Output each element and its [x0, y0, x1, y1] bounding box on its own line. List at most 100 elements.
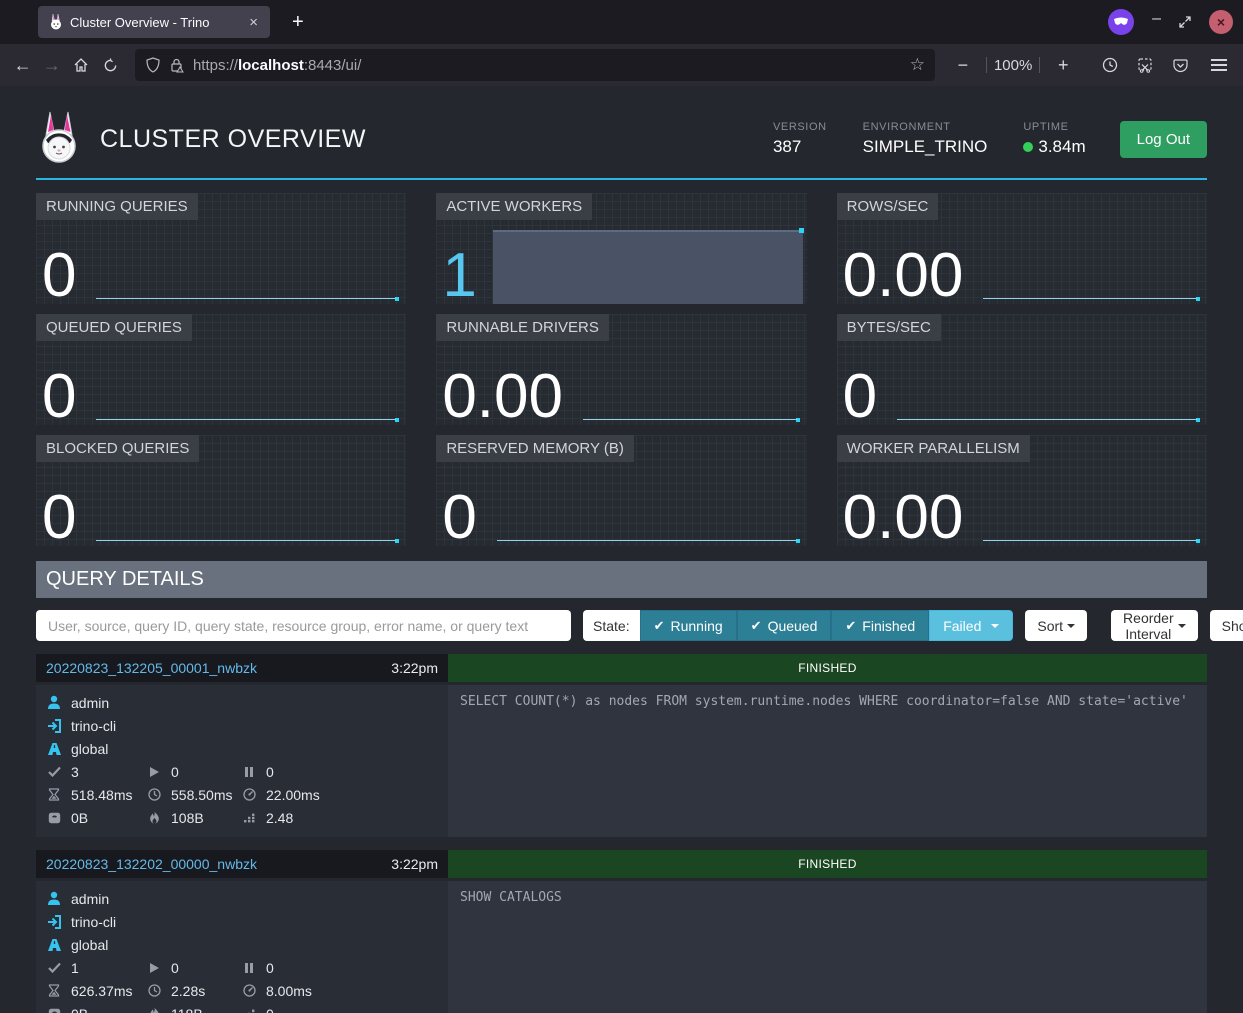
header-accent-rule: [36, 178, 1207, 180]
lock-warning-icon[interactable]: [169, 58, 185, 73]
cluster-stats-grid: RUNNING QUERIES 0 ACTIVE WORKERS 1 ROWS/…: [36, 193, 1207, 546]
tab-close-icon[interactable]: ×: [247, 14, 260, 31]
clock-icon: [146, 984, 162, 997]
cpu-time: 558.50ms: [171, 787, 232, 803]
parallelism: 2.48: [266, 810, 293, 826]
stat-value: 0: [442, 489, 476, 546]
stat-card-queued-queries: QUEUED QUERIES 0: [36, 314, 406, 425]
stat-card-rows-sec: ROWS/SEC 0.00: [837, 193, 1207, 304]
query-status-badge: FINISHED: [448, 654, 1207, 682]
zoom-level[interactable]: 100%: [994, 57, 1032, 74]
query-id-link[interactable]: 20220823_132202_00000_nwbzk: [46, 856, 257, 872]
queued-splits: 0: [266, 960, 274, 976]
completed-splits: 3: [71, 764, 79, 780]
query-stats-panel: admin trino-cli global 1 0 0 626.37ms 2.…: [36, 881, 448, 1013]
queued-splits: 0: [266, 764, 274, 780]
hourglass-icon: [46, 788, 62, 801]
zoom-out-button[interactable]: −: [947, 50, 979, 80]
parallelism: 0: [266, 1006, 274, 1013]
fire-icon: [146, 1007, 162, 1013]
reload-icon[interactable]: [98, 50, 123, 80]
chevron-down-icon: [1067, 624, 1075, 628]
uptime-status-dot: [1023, 142, 1033, 152]
stat-value: 1: [442, 247, 476, 304]
query-source: trino-cli: [71, 914, 116, 930]
sparkline: [493, 230, 803, 304]
user-icon: [46, 695, 62, 710]
stat-value: 0: [843, 368, 877, 425]
version-meta: VERSION 387: [773, 121, 827, 157]
memory-scale-icon: [46, 812, 62, 824]
sort-dropdown[interactable]: Sort: [1025, 610, 1087, 641]
cpu-time: 2.28s: [171, 983, 205, 999]
history-clock-icon[interactable]: [1097, 50, 1122, 80]
url-text[interactable]: https://localhost:8443/ui/: [193, 57, 902, 74]
sign-in-source-icon: [46, 719, 62, 733]
execution-time: 8.00ms: [266, 983, 312, 999]
back-icon[interactable]: ←: [10, 50, 35, 80]
tab-title: Cluster Overview - Trino: [70, 15, 241, 30]
url-bar[interactable]: https://localhost:8443/ui/ ☆: [135, 49, 935, 81]
cumulative-memory: 108B: [171, 810, 204, 826]
stat-card-worker-parallelism: WORKER PARALLELISM 0.00: [837, 435, 1207, 546]
screenshot-icon[interactable]: [1133, 50, 1158, 80]
window-maximize-button[interactable]: [1179, 16, 1191, 28]
execution-time: 22.00ms: [266, 787, 320, 803]
query-row: 20220823_132202_00000_nwbzk 3:22pm FINIS…: [36, 850, 1207, 1013]
stat-value: 0.00: [843, 247, 964, 304]
stat-card-reserved-memory: RESERVED MEMORY (B) 0: [436, 435, 806, 546]
stat-value: 0: [42, 247, 76, 304]
wall-time: 518.48ms: [71, 787, 132, 803]
parallelism-chart-icon: [241, 1008, 257, 1013]
query-resource-group: global: [71, 741, 108, 757]
state-filter-group: State: Running Queued Finished Failed: [583, 610, 1013, 641]
browser-navbar: ← → https://localhost:8443/ui/ ☆ − 100% …: [0, 44, 1243, 86]
tracking-shield-icon[interactable]: [145, 57, 161, 73]
pocket-save-icon[interactable]: [1168, 50, 1193, 80]
resource-group-road-icon: [46, 938, 62, 952]
page-title: CLUSTER OVERVIEW: [100, 125, 773, 154]
stat-value: 0.00: [843, 489, 964, 546]
chevron-down-icon: [1178, 624, 1186, 628]
filter-queued-button[interactable]: Queued: [737, 610, 832, 641]
stat-card-blocked-queries: BLOCKED QUERIES 0: [36, 435, 406, 546]
menu-hamburger-icon[interactable]: [1205, 59, 1233, 71]
check-icon: [654, 617, 665, 634]
stat-card-running-queries: RUNNING QUERIES 0: [36, 193, 406, 304]
forward-icon: →: [39, 50, 64, 80]
wall-time: 626.37ms: [71, 983, 132, 999]
uptime-meta: UPTIME 3.84m: [1023, 121, 1085, 157]
sparkline: [979, 204, 1203, 304]
query-text[interactable]: SHOW CATALOGS: [448, 881, 1207, 1013]
query-row: 20220823_132205_00001_nwbzk 3:22pm FINIS…: [36, 654, 1207, 837]
query-time: 3:22pm: [391, 856, 438, 872]
home-icon[interactable]: [68, 50, 93, 80]
window-close-button[interactable]: ×: [1209, 10, 1233, 34]
trino-cluster-overview-page: CLUSTER OVERVIEW VERSION 387 ENVIRONMENT…: [0, 86, 1243, 1013]
query-status-badge: FINISHED: [448, 850, 1207, 878]
zoom-in-button[interactable]: +: [1047, 50, 1079, 80]
filter-running-button[interactable]: Running: [640, 610, 737, 641]
new-tab-button[interactable]: +: [284, 11, 312, 34]
query-search-input[interactable]: [36, 610, 571, 641]
bookmark-star-icon[interactable]: ☆: [910, 55, 925, 75]
parallelism-chart-icon: [241, 812, 257, 824]
check-icon: [751, 617, 762, 634]
running-splits: 0: [171, 960, 179, 976]
stat-card-runnable-drivers: RUNNABLE DRIVERS 0.00: [436, 314, 806, 425]
query-id-link[interactable]: 20220823_132205_00001_nwbzk: [46, 660, 257, 676]
query-text[interactable]: SELECT COUNT(*) as nodes FROM system.run…: [448, 685, 1207, 837]
sparkline: [92, 204, 402, 304]
completed-splits: 1: [71, 960, 79, 976]
logout-button[interactable]: Log Out: [1120, 121, 1207, 158]
filter-finished-button[interactable]: Finished: [831, 610, 929, 641]
reorder-interval-dropdown[interactable]: Reorder Interval: [1111, 610, 1198, 641]
play-icon: [146, 766, 162, 778]
trino-favicon-bunny-icon: [48, 14, 64, 30]
query-header: 20220823_132202_00000_nwbzk 3:22pm: [36, 850, 448, 878]
window-minimize-button[interactable]: –: [1152, 11, 1161, 27]
current-memory: 0B: [71, 810, 88, 826]
browser-tab[interactable]: Cluster Overview - Trino ×: [38, 6, 270, 38]
filter-failed-dropdown[interactable]: Failed: [929, 610, 1013, 641]
show-dropdown[interactable]: Show: [1210, 610, 1243, 641]
